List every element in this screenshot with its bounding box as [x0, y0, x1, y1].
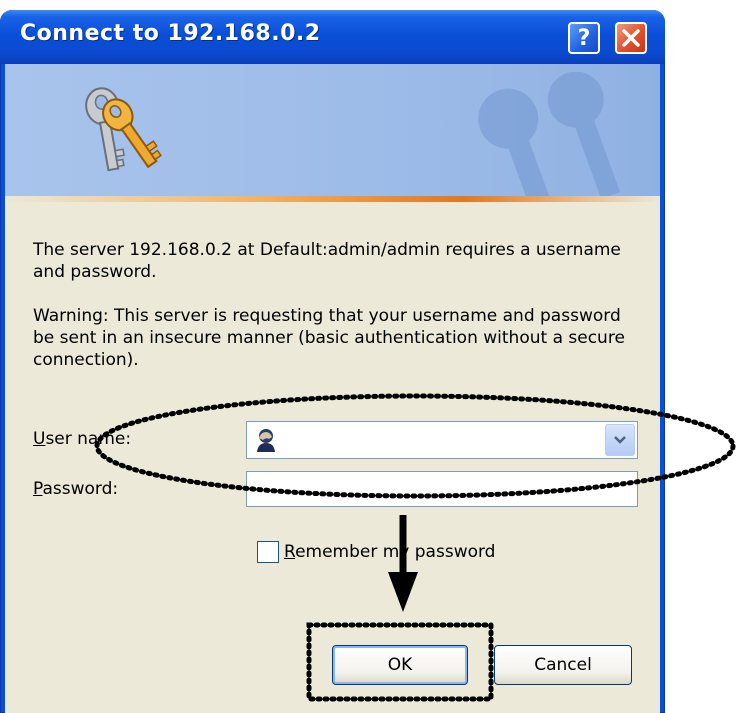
banner-divider [5, 196, 660, 202]
cancel-button[interactable]: Cancel [494, 645, 632, 685]
login-dialog: Connect to 192.168.0.2 ? The server 192.… [0, 10, 665, 713]
help-button[interactable]: ? [568, 22, 600, 54]
server-message: The server 192.168.0.2 at Default:admin/… [33, 240, 621, 282]
password-field[interactable] [246, 471, 638, 507]
username-combobox[interactable] [246, 421, 638, 459]
remember-password-checkbox[interactable] [257, 541, 279, 563]
warning-message: Warning: This server is requesting that … [33, 306, 625, 370]
help-icon: ? [577, 25, 591, 51]
dropdown-arrow-icon [614, 436, 626, 444]
username-dropdown-button[interactable] [605, 424, 635, 456]
ok-button[interactable]: OK [332, 645, 468, 685]
banner [5, 64, 660, 198]
remember-label-text: emember my password [295, 542, 496, 562]
dialog-body: The server 192.168.0.2 at Default:admin/… [5, 64, 660, 713]
username-label-text: ser name: [45, 429, 132, 449]
keys-icon [85, 87, 162, 172]
user-icon [257, 429, 275, 452]
remember-password-label[interactable]: Remember my password [284, 542, 495, 562]
password-label: Password: [33, 479, 118, 499]
keys-watermark-icon [478, 72, 621, 198]
window-title: Connect to 192.168.0.2 [20, 21, 321, 46]
close-icon [622, 29, 640, 47]
remember-label-accel: R [284, 542, 296, 562]
password-label-text: assword: [42, 479, 119, 499]
username-label-accel: U [33, 429, 46, 449]
password-label-accel: P [33, 479, 43, 499]
title-bar[interactable]: Connect to 192.168.0.2 ? [0, 10, 665, 64]
username-label: User name: [33, 429, 131, 449]
close-button[interactable] [615, 22, 647, 54]
